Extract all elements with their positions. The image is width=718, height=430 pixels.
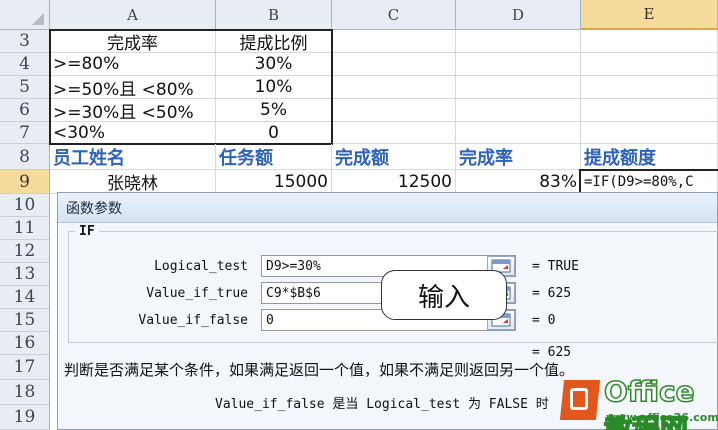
cell-b9[interactable]: 15000 bbox=[216, 170, 332, 194]
cell-b7[interactable]: 0 bbox=[216, 122, 332, 144]
row-header-13[interactable]: 13 bbox=[0, 263, 50, 286]
dialog-title[interactable]: 函数参数 bbox=[58, 193, 717, 223]
office-logo-inner-icon bbox=[570, 388, 588, 410]
cell-c9[interactable]: 12500 bbox=[332, 170, 456, 194]
cell-c6[interactable] bbox=[332, 99, 456, 122]
cell-d9[interactable]: 83% bbox=[456, 170, 581, 194]
row-header-6[interactable]: 6 bbox=[0, 99, 50, 122]
row-header-16[interactable]: 16 bbox=[0, 332, 50, 355]
row-header-9[interactable]: 9 bbox=[0, 170, 50, 194]
cell-a7[interactable]: <30% bbox=[50, 122, 216, 144]
cell-a9[interactable]: 张晓林 bbox=[50, 170, 216, 194]
column-header-a[interactable]: A bbox=[50, 0, 216, 30]
cell-e8[interactable]: 提成额度 bbox=[581, 144, 718, 170]
select-all-triangle-icon bbox=[32, 13, 44, 25]
cell-c8[interactable]: 完成额 bbox=[332, 144, 456, 170]
cell-e9[interactable]: =IF(D9>=80%,C bbox=[581, 170, 718, 194]
cell-d3[interactable] bbox=[456, 30, 581, 53]
cell-e3[interactable] bbox=[581, 30, 718, 53]
cell-c5[interactable] bbox=[332, 76, 456, 99]
cell-b5[interactable]: 10% bbox=[216, 76, 332, 99]
value-if-false-result: = 0 bbox=[532, 313, 556, 328]
cell-a3[interactable]: 完成率 bbox=[50, 30, 216, 53]
row-header-11[interactable]: 11 bbox=[0, 217, 50, 240]
logical-test-label: Logical_test bbox=[154, 259, 248, 274]
cell-e4[interactable] bbox=[581, 53, 718, 76]
cell-d7[interactable] bbox=[456, 122, 581, 144]
cell-d5[interactable] bbox=[456, 76, 581, 99]
cell-e6[interactable] bbox=[581, 99, 718, 122]
cell-e5[interactable] bbox=[581, 76, 718, 99]
watermark-logo: Office教程网 www.office26.com bbox=[559, 374, 718, 430]
row-header-19[interactable]: 19 bbox=[0, 405, 50, 430]
cell-b6[interactable]: 5% bbox=[216, 99, 332, 122]
cell-a6[interactable]: >=30%且 <50% bbox=[50, 99, 216, 122]
cell-b4[interactable]: 30% bbox=[216, 53, 332, 76]
cell-a5[interactable]: >=50%且 <80% bbox=[50, 76, 216, 99]
cell-d6[interactable] bbox=[456, 99, 581, 122]
row-header-18[interactable]: 18 bbox=[0, 380, 50, 405]
input-callout: 输入 bbox=[381, 270, 507, 320]
column-header-e[interactable]: E bbox=[581, 0, 718, 30]
row-header-8[interactable]: 8 bbox=[0, 144, 50, 170]
value-if-true-result: = 625 bbox=[532, 286, 572, 301]
row-header-7[interactable]: 7 bbox=[0, 122, 50, 144]
cell-c3[interactable] bbox=[332, 30, 456, 53]
cell-c4[interactable] bbox=[332, 53, 456, 76]
value-if-false-label: Value_if_false bbox=[138, 313, 248, 328]
column-header-d[interactable]: D bbox=[456, 0, 581, 30]
cell-b3[interactable]: 提成比例 bbox=[216, 30, 332, 53]
cell-b8[interactable]: 任务额 bbox=[216, 144, 332, 170]
row-header-12[interactable]: 12 bbox=[0, 240, 50, 263]
cell-c7[interactable] bbox=[332, 122, 456, 144]
row-header-5[interactable]: 5 bbox=[0, 76, 50, 99]
row-header-17[interactable]: 17 bbox=[0, 355, 50, 380]
column-header-b[interactable]: B bbox=[216, 0, 332, 30]
logical-test-result: = TRUE bbox=[532, 259, 579, 274]
value-if-true-label: Value_if_true bbox=[146, 286, 248, 301]
cell-e7[interactable] bbox=[581, 122, 718, 144]
cell-d4[interactable] bbox=[456, 53, 581, 76]
function-description: 判断是否满足某个条件，如果满足返回一个值，如果不满足则返回另一个值。 bbox=[64, 361, 575, 379]
row-header-10[interactable]: 10 bbox=[0, 194, 50, 217]
row-header-4[interactable]: 4 bbox=[0, 53, 50, 76]
column-header-c[interactable]: C bbox=[332, 0, 456, 30]
cell-d8[interactable]: 完成率 bbox=[456, 144, 581, 170]
argument-description: Value_if_false 是当 Logical_test 为 FALSE 时 bbox=[215, 397, 549, 412]
row-header-3[interactable]: 3 bbox=[0, 30, 50, 53]
formula-result: = 625 bbox=[532, 345, 572, 360]
select-all-corner[interactable] bbox=[0, 0, 50, 30]
watermark-url: www.office26.com bbox=[606, 411, 718, 424]
row-header-14[interactable]: 14 bbox=[0, 286, 50, 309]
function-name: IF bbox=[75, 224, 99, 239]
row-header-15[interactable]: 15 bbox=[0, 309, 50, 332]
cell-a8[interactable]: 员工姓名 bbox=[50, 144, 216, 170]
cell-a4[interactable]: >=80% bbox=[50, 53, 216, 76]
